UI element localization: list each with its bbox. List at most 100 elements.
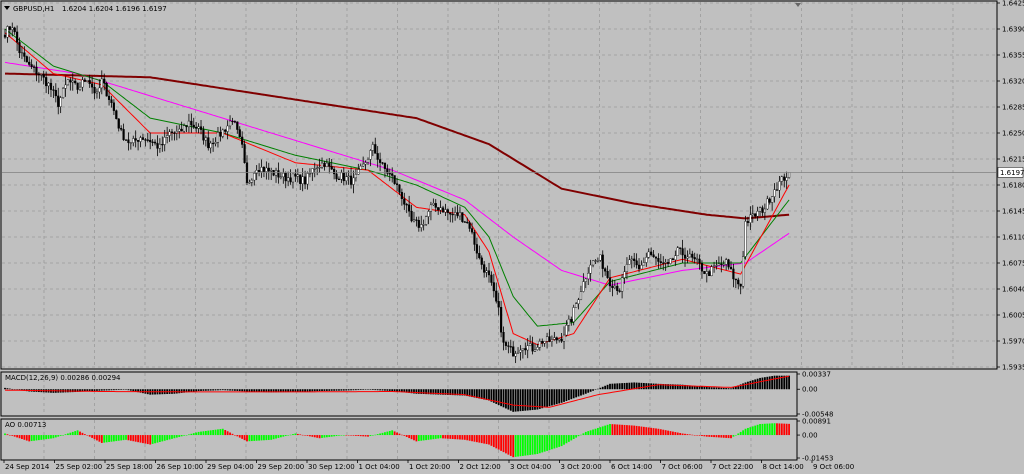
ao-bar (582, 433, 585, 436)
macd-bar (113, 389, 115, 391)
candle-body (313, 168, 316, 170)
macd-bar (226, 389, 229, 391)
candle-body (49, 82, 53, 90)
ao-bar (154, 435, 156, 444)
ao-bar (25, 435, 28, 441)
macd-bar (250, 389, 253, 392)
ao-bar (500, 435, 502, 451)
macd-bar (241, 389, 244, 392)
candle-body (20, 52, 24, 54)
candle-body (555, 337, 558, 341)
macd-bar (388, 389, 391, 391)
candle-body (209, 142, 212, 149)
ao-bar (35, 435, 38, 441)
ao-bar (691, 434, 694, 436)
candle-body (756, 211, 759, 217)
ao-bar (437, 435, 440, 439)
ao-bar (62, 435, 64, 436)
candle-body (241, 136, 244, 145)
ao-bar (195, 432, 198, 436)
candle-body (129, 142, 132, 144)
symbol-label: GBPUSD,H1 (13, 5, 54, 13)
ao-bar (350, 435, 352, 436)
ao-bar (734, 435, 737, 436)
time-tick-label: 30 Sep 12:00 (308, 463, 355, 471)
macd-bar (93, 389, 96, 391)
candle-body (621, 277, 624, 292)
candle-body (698, 258, 701, 264)
ao-bar (739, 431, 742, 436)
price-tag: 1.6197 (997, 167, 1024, 178)
candle-body (170, 131, 174, 134)
candle-body (483, 264, 486, 273)
ao-bar (635, 425, 638, 436)
candle-body (454, 212, 457, 215)
ao-bar (417, 435, 420, 442)
ao-bar (127, 435, 130, 441)
ao-bar (369, 435, 372, 437)
ao-bar (597, 427, 599, 436)
candle-body (645, 257, 648, 263)
ao-bar (773, 423, 776, 436)
candle-body (47, 82, 50, 87)
candle-body (403, 198, 406, 205)
candle-body (746, 221, 750, 223)
candle-body (606, 271, 609, 278)
macd-bar (234, 389, 236, 391)
candle-body (6, 26, 9, 38)
ao-bar (253, 435, 256, 441)
ao-bar (122, 435, 125, 441)
candle-body (173, 132, 176, 134)
price-tick-label: 1.6110 (1002, 234, 1024, 242)
macd-bar (507, 389, 510, 410)
macd-bar (640, 382, 643, 390)
ohlc-readout: 1.6204 1.6204 1.6196 1.6197 (62, 5, 167, 13)
macd-bar (621, 383, 623, 390)
candle-body (86, 80, 89, 82)
ao-bar (538, 435, 541, 454)
candle-body (93, 87, 96, 94)
candle-body (238, 129, 241, 138)
candle-body (13, 27, 16, 33)
macd-bar (483, 389, 486, 400)
candle-body (180, 128, 183, 132)
macd-bar (299, 389, 302, 392)
ao-bar (664, 430, 667, 436)
ao-bar (93, 435, 96, 440)
ao-bar (115, 435, 118, 442)
ao-bar (207, 430, 210, 436)
candle-body (558, 338, 561, 341)
candle-body (596, 260, 599, 262)
ao-bar (633, 425, 636, 436)
ao-bar (18, 435, 21, 439)
macd-bar (630, 382, 633, 390)
ao-bar (546, 435, 548, 451)
ao-bar (442, 435, 444, 439)
ao-bar (163, 435, 166, 441)
ao-bar (577, 435, 580, 437)
ao-bar (219, 429, 222, 436)
ao-bar (69, 432, 72, 436)
macd-bar (512, 389, 515, 412)
current-price-label: 1.6197 (1000, 169, 1024, 177)
candle-body (359, 165, 362, 170)
ao-bar (364, 435, 367, 437)
price-tick-label: 1.6145 (1002, 208, 1024, 216)
macd-bar (248, 389, 251, 392)
price-tick-label: 1.5970 (1002, 338, 1024, 346)
ao-bar (609, 424, 611, 436)
macd-bar (788, 375, 790, 390)
candle-body (393, 175, 396, 184)
macd-bar (718, 387, 720, 390)
candle-body (475, 244, 478, 254)
macd-bar (229, 389, 231, 391)
candle-body (550, 339, 554, 342)
candle-body (277, 170, 280, 178)
candle-body (258, 170, 261, 173)
ao-tick-label: -0.01453 (802, 455, 833, 463)
trading-chart[interactable]: 1.6425 1.6390 1.6355 1.6320 1.6285 1.6250 1.62… (0, 0, 1024, 474)
ao-bar (541, 435, 544, 453)
ao-bar (342, 435, 345, 436)
candle-body (216, 132, 220, 143)
candle-body (742, 256, 745, 287)
